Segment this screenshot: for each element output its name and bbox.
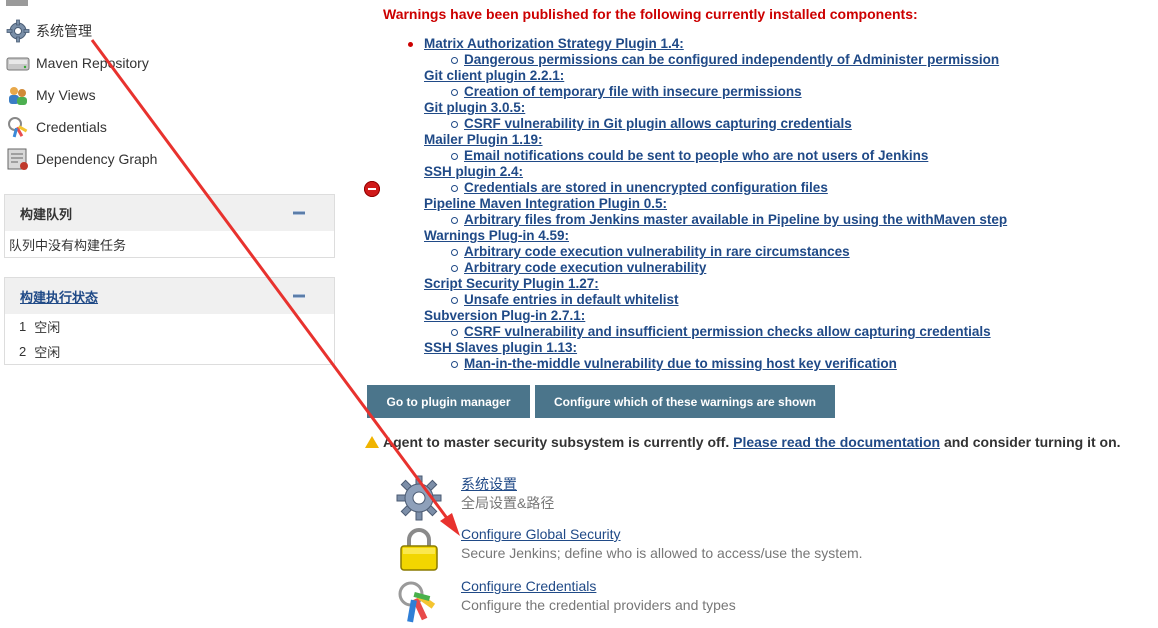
warning-text: Arbitrary files from Jenkins master avai… — [464, 212, 1008, 227]
bullet-icon — [408, 42, 413, 47]
plugin-link[interactable]: Matrix Authorization Strategy Plugin 1.4… — [424, 36, 1144, 52]
warning-link[interactable]: Arbitrary code execution vulnerability — [424, 260, 1144, 276]
warning-link[interactable]: Credentials are stored in unencrypted co… — [424, 180, 1144, 196]
plugin-link[interactable]: SSH plugin 2.4: — [424, 164, 1144, 180]
sidebar-item-label: Credentials — [36, 119, 107, 135]
agent-notice-text-end: and consider turning it on. — [940, 434, 1121, 450]
plugin-link[interactable]: Git plugin 3.0.5: — [424, 100, 1144, 116]
warning-text: CSRF vulnerability in Git plugin allows … — [464, 116, 852, 131]
warning-link[interactable]: Email notifications could be sent to peo… — [424, 148, 1144, 164]
warning-link[interactable]: Arbitrary files from Jenkins master avai… — [424, 212, 1144, 228]
system-settings-link[interactable]: 系统设置 — [461, 474, 517, 494]
executor-status: 空闲 — [34, 320, 61, 335]
warning-link[interactable]: CSRF vulnerability in Git plugin allows … — [424, 116, 1144, 132]
sidebar-item-label: 系统管理 — [36, 23, 92, 39]
system-settings-desc: 全局设置&路径 — [461, 495, 555, 511]
plugin-link[interactable]: SSH Slaves plugin 1.13: — [424, 340, 1144, 356]
executor-status: 空闲 — [34, 345, 61, 360]
sidebar-item-my-views[interactable]: My Views — [6, 82, 96, 108]
sidebar-item-clipped — [6, 0, 126, 6]
warning-text: Email notifications could be sent to peo… — [464, 148, 929, 163]
warning-text: Creation of temporary file with insecure… — [464, 84, 802, 99]
warning-text: Unsafe entries in default whitelist — [464, 292, 679, 307]
warnings-title: Warnings have been published for the fol… — [383, 6, 918, 22]
configure-warnings-button[interactable]: Configure which of these warnings are sh… — [535, 385, 835, 418]
sidebar-item-label: Maven Repository — [36, 55, 149, 71]
users-icon — [9, 87, 27, 105]
keys-icon — [8, 117, 28, 138]
sidebar-item-dependency-graph[interactable]: Dependency Graph — [6, 146, 157, 172]
agent-security-notice: Agent to master security subsystem is cu… — [365, 434, 1121, 450]
warning-link[interactable]: Dangerous permissions can be configured … — [424, 52, 1144, 68]
sidebar-item-label: Dependency Graph — [36, 151, 158, 167]
graph-icon — [7, 148, 28, 170]
executor-number: 1 — [19, 319, 27, 334]
gear-icon — [396, 475, 442, 521]
annotation-arrow-head — [440, 513, 460, 536]
sidebar-item-label: My Views — [36, 87, 96, 103]
executor-row: 2 空闲 — [5, 339, 334, 364]
warning-icon — [365, 436, 379, 448]
collapse-icon[interactable] — [293, 211, 305, 215]
gear-icon — [6, 19, 30, 43]
build-queue-empty: 队列中没有构建任务 — [9, 238, 127, 253]
executor-number: 2 — [19, 344, 27, 359]
build-executors-panel: 构建执行状态 1 空闲 2 空闲 — [4, 277, 335, 365]
plugin-link[interactable]: Git client plugin 2.2.1: — [424, 68, 1144, 84]
repository-icon — [6, 57, 30, 71]
keys-icon — [398, 581, 436, 623]
warning-text: Arbitrary code execution vulnerability i… — [464, 244, 850, 259]
warning-text: Arbitrary code execution vulnerability — [464, 260, 707, 275]
plugin-warnings-list: Matrix Authorization Strategy Plugin 1.4… — [424, 36, 1144, 372]
plugin-link[interactable]: Pipeline Maven Integration Plugin 0.5: — [424, 196, 1144, 212]
global-security-desc: Secure Jenkins; define who is allowed to… — [461, 545, 863, 561]
sidebar-item-credentials[interactable]: Credentials — [6, 114, 107, 140]
build-queue-title: 构建队列 — [20, 206, 73, 222]
warning-text: Man-in-the-middle vulnerability due to m… — [464, 356, 897, 371]
build-queue-header: 构建队列 — [5, 195, 334, 231]
documentation-link[interactable]: Please read the documentation — [733, 434, 940, 450]
plugin-link[interactable]: Warnings Plug-in 4.59: — [424, 228, 1144, 244]
warning-link[interactable]: Creation of temporary file with insecure… — [424, 84, 1144, 100]
warning-text: CSRF vulnerability and insufficient perm… — [464, 324, 991, 339]
sidebar-item-maven-repository[interactable]: Maven Repository — [6, 50, 149, 76]
warning-link[interactable]: CSRF vulnerability and insufficient perm… — [424, 324, 1144, 340]
error-icon — [364, 181, 380, 197]
configure-global-security-link[interactable]: Configure Global Security — [461, 526, 621, 542]
configure-credentials-link[interactable]: Configure Credentials — [461, 578, 596, 594]
plugin-link[interactable]: Subversion Plug-in 2.7.1: — [424, 308, 1144, 324]
build-executors-title[interactable]: 构建执行状态 — [20, 287, 98, 306]
credentials-desc: Configure the credential providers and t… — [461, 597, 736, 613]
plugin-link[interactable]: Mailer Plugin 1.19: — [424, 132, 1144, 148]
executor-row: 1 空闲 — [5, 314, 334, 339]
agent-notice-text: Agent to master security subsystem is cu… — [383, 434, 734, 450]
warning-link[interactable]: Man-in-the-middle vulnerability due to m… — [424, 356, 1144, 372]
lock-icon — [400, 528, 438, 571]
plugin-link[interactable]: Script Security Plugin 1.27: — [424, 276, 1144, 292]
build-executors-header: 构建执行状态 — [5, 278, 334, 314]
warning-text: Dangerous permissions can be configured … — [464, 52, 1000, 67]
collapse-icon[interactable] — [293, 294, 305, 298]
warning-link[interactable]: Unsafe entries in default whitelist — [424, 292, 1144, 308]
plugin-manager-button[interactable]: Go to plugin manager — [367, 385, 530, 418]
warning-text: Credentials are stored in unencrypted co… — [464, 180, 828, 195]
build-queue-panel: 构建队列 队列中没有构建任务 — [4, 194, 335, 258]
sidebar-item-manage[interactable]: 系统管理 — [6, 18, 92, 44]
warning-link[interactable]: Arbitrary code execution vulnerability i… — [424, 244, 1144, 260]
